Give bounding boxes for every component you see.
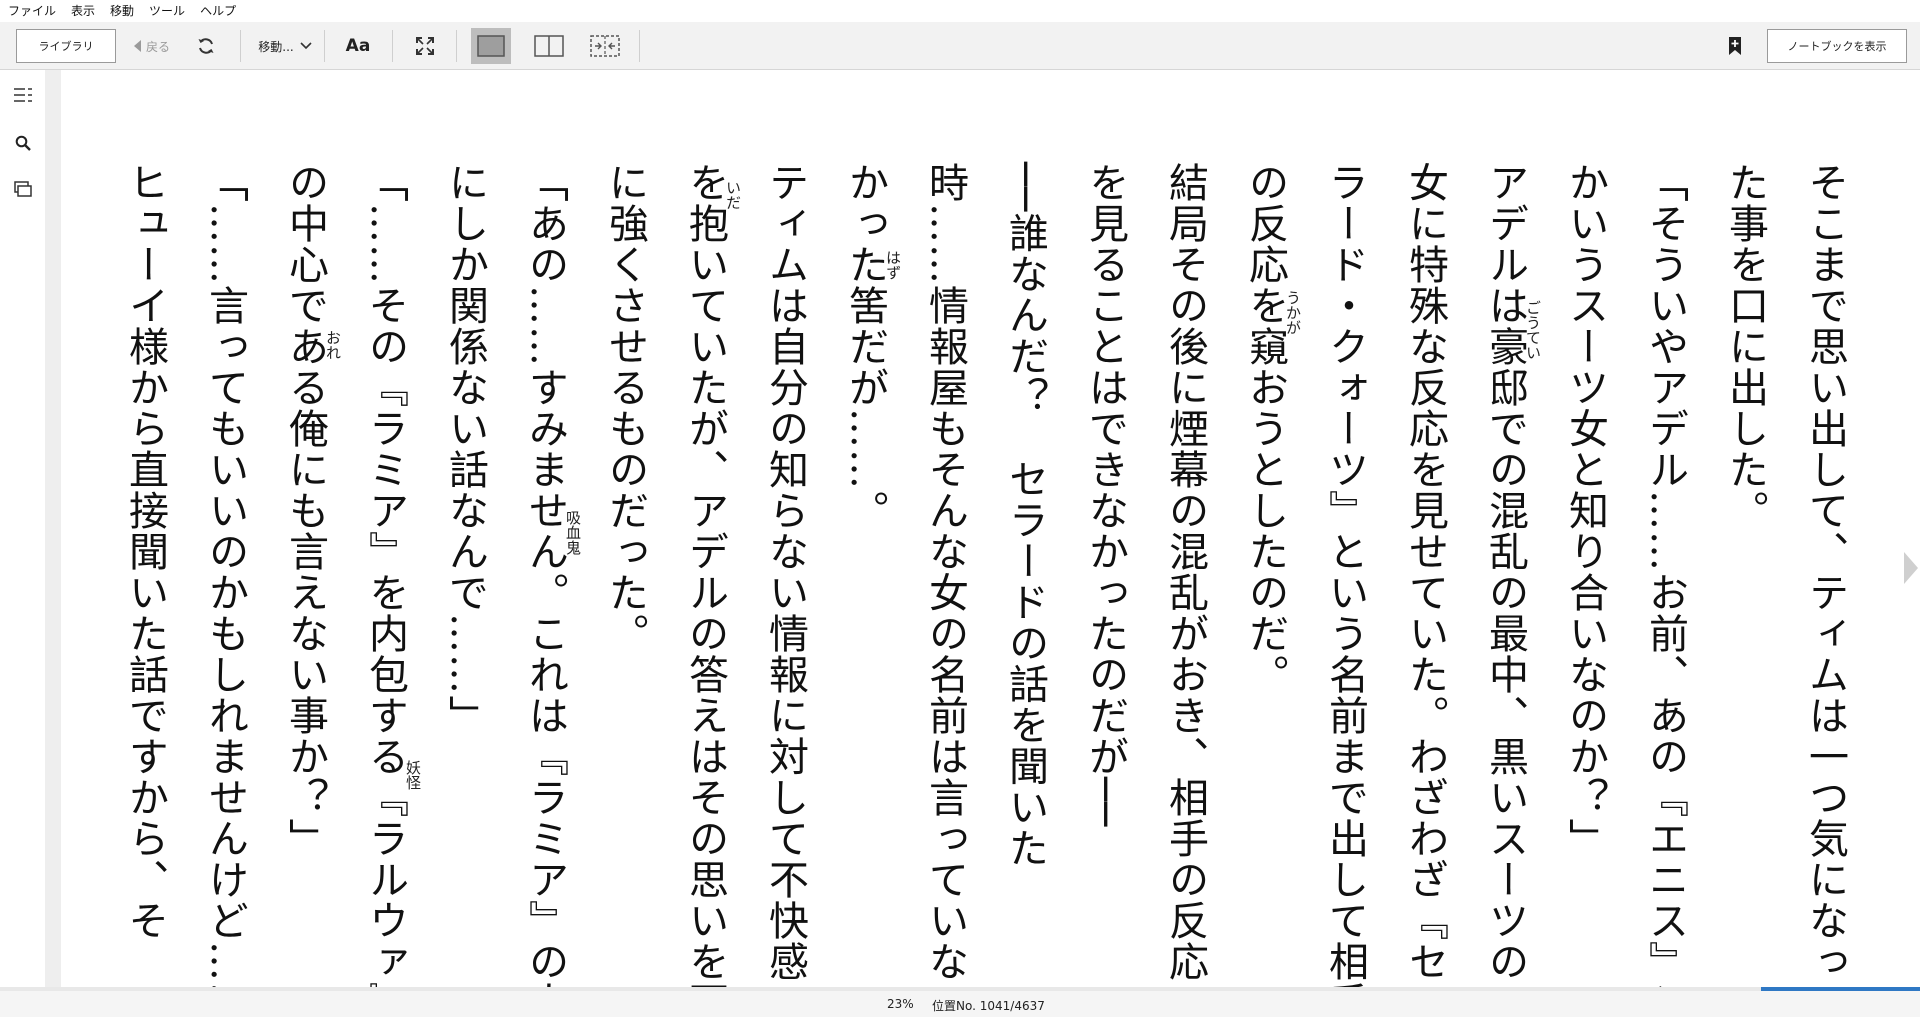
menu-file[interactable]: ファイル — [0, 0, 63, 22]
back-button[interactable]: 戻る — [126, 32, 176, 60]
sync-icon — [198, 38, 214, 54]
text-column: アデルは豪邸での混乱の最中、黒いスーツの — [1482, 162, 1528, 982]
ruby-annotation: 吸血鬼 — [564, 510, 582, 555]
text-column: ──誰なんだ？ セラードの話を聞いた — [1002, 162, 1048, 869]
flashcards-button[interactable] — [12, 178, 34, 200]
menu-help[interactable]: ヘルプ — [192, 0, 243, 22]
back-arrow-icon — [133, 40, 141, 52]
toolbar: ライブラリ 戻る 移動... Aa ノートブックを表示 — [0, 22, 1920, 70]
two-page-icon — [534, 35, 564, 57]
page-flip-icon — [590, 35, 620, 57]
progress-track — [0, 987, 1920, 991]
back-label: 戻る — [145, 39, 170, 54]
progress-percent: 23% — [887, 997, 914, 1011]
menu-tools[interactable]: ツール — [141, 0, 192, 22]
text-column: に強くさせるものだった。 — [602, 162, 648, 654]
text-column: かった筈だが……。 — [842, 162, 888, 531]
fullscreen-button[interactable] — [412, 34, 438, 58]
text-column: の反応を窺おうとしたのだ。 — [1242, 162, 1288, 695]
single-page-icon — [477, 35, 505, 57]
text-column: を抱いていたが、アデルの答えはその思いを更 — [682, 162, 728, 988]
fullscreen-icon — [416, 37, 434, 55]
reading-page: そこまで思い出して、ティムは一つ気になっ た事を口に出した。 「そういやアデル……お… — [61, 70, 1901, 988]
ruby-annotation: 妖怪 — [404, 760, 422, 790]
text-column: 「そういやアデル……お前、あの『エニス』と — [1642, 162, 1688, 988]
text-column: ティムは自分の知らない情報に対して不快感 — [762, 162, 808, 982]
text-column: ヒューイ様から直接聞いた話ですから、そ — [122, 162, 168, 941]
ruby-annotation: おれ — [324, 330, 342, 360]
ruby-annotation: いだ — [724, 180, 742, 210]
text-column: 「あの……すみません。これは『ラミア』の人 — [522, 162, 568, 988]
next-page-arrow-icon[interactable] — [1904, 552, 1918, 584]
page-flip-view-button[interactable] — [585, 28, 625, 64]
text-column: を見ることはできなかったのだが── — [1082, 162, 1128, 828]
table-of-contents-icon — [14, 88, 32, 102]
table-of-contents-button[interactable] — [12, 84, 34, 106]
ruby-annotation: ごうてい — [1524, 300, 1542, 360]
two-page-view-button[interactable] — [529, 28, 569, 64]
location-indicator: 位置No. 1041/4637 — [932, 999, 1045, 1013]
text-column: た事を口に出した。 — [1722, 162, 1768, 531]
menu-bar: ファイル 表示 移動 ツール ヘルプ — [0, 0, 1920, 22]
text-column: 女に特殊な反応を見せていた。わざわざ『セ — [1402, 162, 1448, 982]
separator — [240, 30, 241, 62]
single-page-view-button[interactable] — [471, 28, 511, 64]
status-bar: 23% 位置No. 1041/4637 — [0, 987, 1920, 1017]
goto-label: 移動... — [258, 39, 294, 54]
font-settings-button[interactable]: Aa — [340, 32, 376, 60]
ruby-annotation: うかが — [1284, 290, 1302, 335]
search-icon — [15, 135, 31, 151]
menu-view[interactable]: 表示 — [63, 0, 102, 22]
chevron-down-icon — [300, 42, 312, 50]
sync-button[interactable] — [192, 32, 220, 60]
menu-go[interactable]: 移動 — [102, 0, 141, 22]
bookmark-add-icon — [1729, 37, 1741, 55]
text-column: の中心である俺にも言えない事か？」 — [282, 162, 328, 859]
reading-progress-bar — [1761, 987, 1920, 991]
page-scroll-strip — [45, 70, 61, 990]
separator — [639, 30, 640, 62]
text-column: 結局その後に煙幕の混乱がおき、相手の反応 — [1162, 162, 1208, 982]
library-button[interactable]: ライブラリ — [16, 29, 116, 63]
separator — [392, 30, 393, 62]
text-column: 時……情報屋もそんな女の名前は言っていな — [922, 162, 968, 982]
show-notebook-button[interactable]: ノートブックを表示 — [1767, 29, 1907, 63]
cards-icon — [14, 181, 32, 197]
search-button[interactable] — [12, 132, 34, 154]
separator — [456, 30, 457, 62]
text-column: かいうスーツ女と知り合いなのか？」 — [1562, 162, 1608, 859]
text-column: そこまで思い出して、ティムは一つ気になっ — [1802, 162, 1848, 982]
text-column: 「……言ってもいいのかもしれませんけど…… — [202, 162, 248, 988]
text-column: 「……その『ラミア』を内包する『ラルウァ』 — [362, 162, 408, 988]
bookmark-button[interactable] — [1724, 34, 1746, 58]
goto-dropdown[interactable]: 移動... — [252, 32, 318, 60]
side-rail — [0, 70, 45, 990]
ruby-annotation: はず — [884, 250, 902, 280]
text-column: ラード・クォーツ』という名前まで出して相手 — [1322, 162, 1368, 988]
separator — [324, 30, 325, 62]
text-column: にしか関係ない話なんで……」 — [442, 162, 488, 736]
